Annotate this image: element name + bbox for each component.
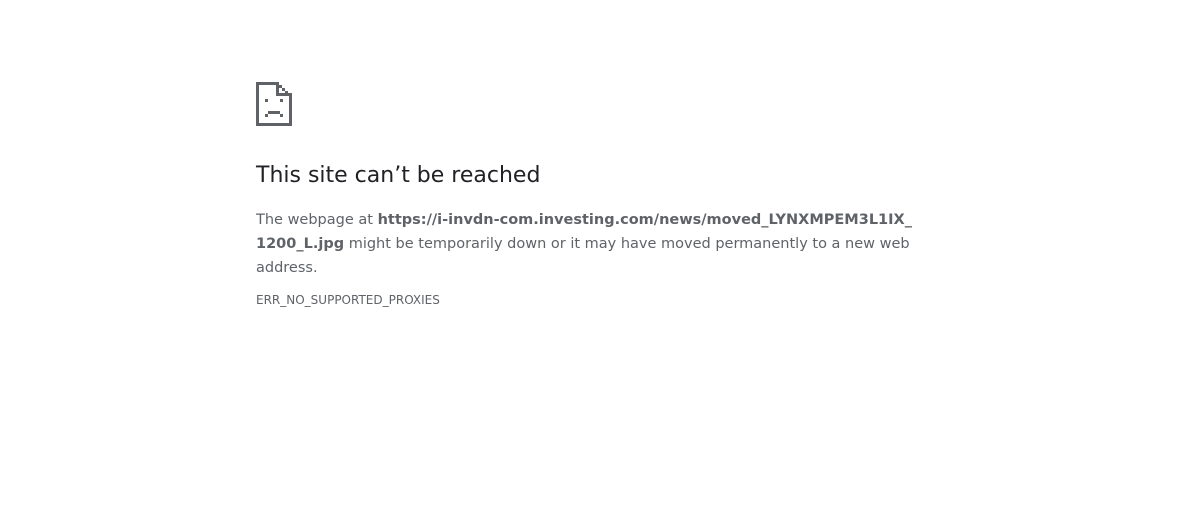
error-page: This site can’t be reached The webpage a… <box>0 0 1200 532</box>
sad-page-icon <box>256 82 292 126</box>
error-summary: The webpage at https://i-invdn-com.inves… <box>256 208 916 280</box>
error-code: ERR_NO_SUPPORTED_PROXIES <box>256 293 440 307</box>
summary-prefix: The webpage at <box>256 212 378 228</box>
summary-suffix: might be temporarily down or it may have… <box>256 236 910 276</box>
error-content: This site can’t be reached The webpage a… <box>256 82 916 308</box>
error-title: This site can’t be reached <box>256 163 541 188</box>
